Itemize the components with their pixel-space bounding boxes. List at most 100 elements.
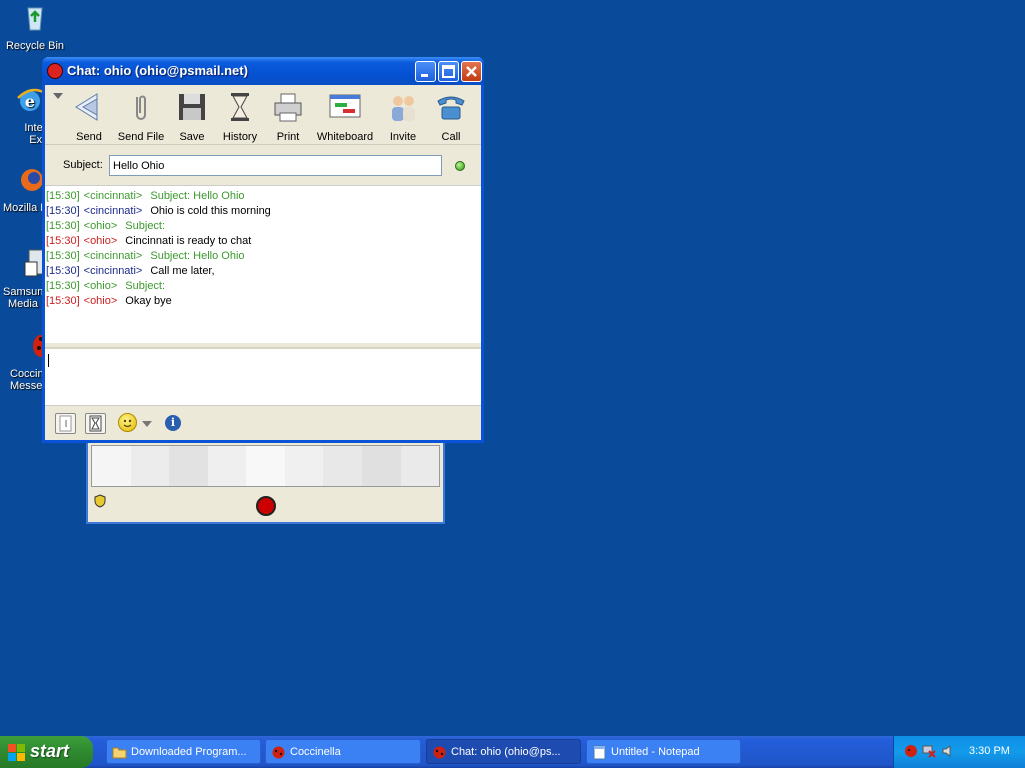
subject-row: Subject: bbox=[45, 151, 481, 181]
start-label: start bbox=[30, 741, 70, 761]
status-ladybug-icon[interactable] bbox=[256, 496, 276, 516]
notepad-icon bbox=[593, 745, 606, 760]
maximize-button[interactable] bbox=[438, 61, 459, 82]
maximize-icon bbox=[442, 65, 455, 78]
volume-icon[interactable] bbox=[941, 744, 955, 758]
message-text: Call me later, bbox=[150, 265, 215, 277]
chat-toolbar: Send Send File Save History Print Whiteb… bbox=[45, 85, 481, 145]
presence-status-icon bbox=[455, 161, 465, 171]
taskbar: start Downloaded Program... Coccinella C… bbox=[0, 736, 1025, 768]
taskbar-item-downloaded-programs[interactable]: Downloaded Program... bbox=[106, 739, 261, 764]
message-timestamp: [15:30] bbox=[46, 205, 80, 217]
message-nick: <ohio> bbox=[83, 235, 118, 247]
roster-list[interactable] bbox=[91, 445, 440, 487]
message-timestamp: [15:30] bbox=[46, 295, 80, 307]
network-disconnected-icon[interactable] bbox=[922, 744, 936, 758]
taskbar-item-notepad[interactable]: Untitled - Notepad bbox=[586, 739, 741, 764]
message-text: Subject: bbox=[125, 220, 166, 232]
message-text: Subject: bbox=[125, 280, 166, 292]
chat-message: [15:30] <ohio> Cincinnati is ready to chat bbox=[45, 234, 481, 249]
send-icon bbox=[75, 93, 98, 121]
message-nick: <cincinnati> bbox=[83, 250, 143, 262]
message-nick: <ohio> bbox=[83, 280, 118, 292]
chat-window[interactable]: Chat: ohio (ohio@psmail.net) Send Send F… bbox=[42, 57, 484, 443]
recycle-bin-icon bbox=[27, 7, 43, 31]
message-timestamp: [15:30] bbox=[46, 235, 80, 247]
windows-logo-icon bbox=[8, 744, 25, 761]
music-note-icon bbox=[59, 415, 72, 432]
close-icon bbox=[466, 66, 477, 77]
hourglass-icon bbox=[89, 415, 102, 432]
message-nick: <ohio> bbox=[83, 295, 118, 307]
whiteboard-icon bbox=[329, 94, 361, 118]
folder-icon bbox=[112, 747, 127, 759]
title-bar[interactable]: Chat: ohio (ohio@psmail.net) bbox=[42, 57, 484, 85]
message-text: Subject: Hello Ohio bbox=[150, 190, 245, 202]
send-button[interactable]: Send bbox=[72, 91, 106, 143]
chat-message: [15:30] <ohio> Subject: bbox=[45, 279, 481, 294]
clock: 3:30 PM bbox=[969, 745, 1010, 757]
format-button[interactable] bbox=[55, 413, 76, 434]
message-compose-field[interactable] bbox=[45, 347, 481, 406]
desktop-icon-recycle-bin[interactable]: Recycle Bin bbox=[0, 2, 70, 52]
chat-message: [15:30] <ohio> Okay bye bbox=[45, 294, 481, 309]
coccinella-icon bbox=[272, 746, 285, 759]
message-timestamp: [15:30] bbox=[46, 190, 80, 202]
security-shield-icon[interactable] bbox=[94, 494, 106, 508]
emoticon-dropdown-arrow-icon[interactable] bbox=[142, 421, 152, 427]
chat-message: [15:30] <cincinnati> Subject: Hello Ohio bbox=[45, 189, 481, 204]
chat-message: [15:30] <cincinnati> Call me later, bbox=[45, 264, 481, 279]
subject-input[interactable] bbox=[109, 155, 442, 176]
print-button[interactable]: Print bbox=[272, 91, 304, 143]
chat-log[interactable]: [15:30] <cincinnati> Subject: Hello Ohio [1… bbox=[45, 185, 481, 343]
taskbar-item-coccinella[interactable]: Coccinella bbox=[265, 739, 421, 764]
message-timestamp: [15:30] bbox=[46, 265, 80, 277]
start-button[interactable]: start bbox=[0, 736, 93, 768]
coccinella-main-window[interactable] bbox=[86, 430, 445, 524]
message-timestamp: [15:30] bbox=[46, 280, 80, 292]
coccinella-icon bbox=[433, 746, 446, 759]
window-title: Chat: ohio (ohio@psmail.net) bbox=[67, 63, 248, 78]
emoticon-button[interactable] bbox=[118, 413, 137, 432]
text-caret bbox=[48, 354, 49, 367]
taskbar-item-chat-ohio[interactable]: Chat: ohio (ohio@ps... bbox=[426, 739, 581, 764]
hourglass-icon bbox=[231, 93, 249, 121]
message-nick: <ohio> bbox=[83, 220, 118, 232]
info-icon[interactable]: i bbox=[165, 415, 181, 431]
message-text: Ohio is cold this morning bbox=[150, 205, 271, 217]
paperclip-icon bbox=[136, 95, 146, 120]
history-small-button[interactable] bbox=[85, 413, 106, 434]
smiley-icon bbox=[123, 419, 132, 428]
subject-label: Subject: bbox=[63, 159, 103, 171]
chat-bottom-bar: i bbox=[45, 409, 481, 440]
send-file-button[interactable]: Send File bbox=[117, 91, 165, 143]
minimize-button[interactable] bbox=[415, 61, 436, 82]
minimize-icon bbox=[421, 74, 428, 77]
floppy-disk-icon bbox=[179, 94, 205, 120]
call-button[interactable]: Call bbox=[434, 91, 468, 143]
toolbar-collapse-arrow-icon[interactable] bbox=[53, 93, 63, 99]
close-button[interactable] bbox=[461, 61, 482, 82]
coccinella-icon bbox=[47, 63, 63, 79]
message-text: Cincinnati is ready to chat bbox=[125, 235, 252, 247]
svg-text:e: e bbox=[25, 92, 35, 111]
printer-icon bbox=[274, 93, 302, 122]
message-text: Okay bye bbox=[125, 295, 172, 307]
message-timestamp: [15:30] bbox=[46, 220, 80, 232]
message-nick: <cincinnati> bbox=[83, 205, 143, 217]
message-timestamp: [15:30] bbox=[46, 250, 80, 262]
system-tray: 3:30 PM bbox=[893, 736, 1025, 768]
chat-message: [15:30] <cincinnati> Ohio is cold this mor… bbox=[45, 204, 481, 219]
coccinella-tray-icon[interactable] bbox=[904, 744, 918, 758]
save-button[interactable]: Save bbox=[175, 91, 209, 143]
telephone-icon bbox=[437, 96, 465, 120]
invite-button[interactable]: Invite bbox=[386, 91, 420, 143]
whiteboard-button[interactable]: Whiteboard bbox=[316, 91, 374, 143]
message-nick: <cincinnati> bbox=[83, 190, 143, 202]
chat-message: [15:30] <ohio> Subject: bbox=[45, 219, 481, 234]
message-text: Subject: Hello Ohio bbox=[150, 250, 245, 262]
chat-message: [15:30] <cincinnati> Subject: Hello Ohio bbox=[45, 249, 481, 264]
history-button[interactable]: History bbox=[220, 91, 260, 143]
message-nick: <cincinnati> bbox=[83, 265, 143, 277]
invite-people-icon bbox=[392, 96, 415, 121]
